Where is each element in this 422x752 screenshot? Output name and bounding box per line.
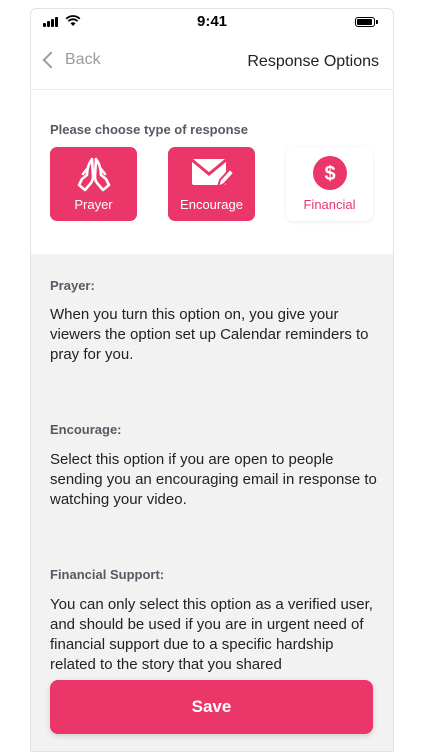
envelope-pencil-icon [190, 158, 234, 189]
phone-screen: 9:41 Back Response Options Please choose… [30, 8, 394, 752]
svg-text:$: $ [324, 163, 335, 185]
choose-label: Please choose type of response [50, 122, 248, 137]
dollar-icon: $ [312, 156, 347, 190]
encourage-heading: Encourage: [50, 422, 122, 437]
back-label: Back [65, 51, 101, 68]
option-encourage[interactable]: Encourage [168, 147, 255, 221]
chevron-left-icon [42, 51, 60, 69]
option-label: Financial [303, 197, 356, 212]
status-bar: 9:41 [31, 9, 393, 35]
option-label: Encourage [180, 197, 243, 212]
save-button[interactable]: Save [50, 680, 373, 734]
option-prayer[interactable]: Prayer [50, 147, 137, 221]
navigation-bar: Back Response Options [31, 39, 393, 90]
praying-hands-icon [77, 157, 110, 192]
status-time: 9:41 [196, 13, 228, 30]
descriptions-panel: Prayer: When you turn this option on, yo… [31, 254, 393, 751]
page-title: Response Options [247, 53, 379, 70]
option-label: Prayer [74, 197, 113, 212]
battery-icon [355, 17, 378, 27]
prayer-description: When you turn this option on, you give y… [50, 306, 369, 363]
financial-description: You can only select this option as a ver… [50, 596, 373, 673]
financial-heading: Financial Support: [50, 567, 165, 582]
response-type-section: Please choose type of response Prayer En… [31, 90, 393, 254]
back-button[interactable]: Back [41, 51, 101, 69]
option-financial[interactable]: $ Financial [286, 147, 373, 221]
encourage-description: Select this option if you are open to pe… [50, 451, 377, 508]
prayer-heading: Prayer: [50, 278, 95, 293]
